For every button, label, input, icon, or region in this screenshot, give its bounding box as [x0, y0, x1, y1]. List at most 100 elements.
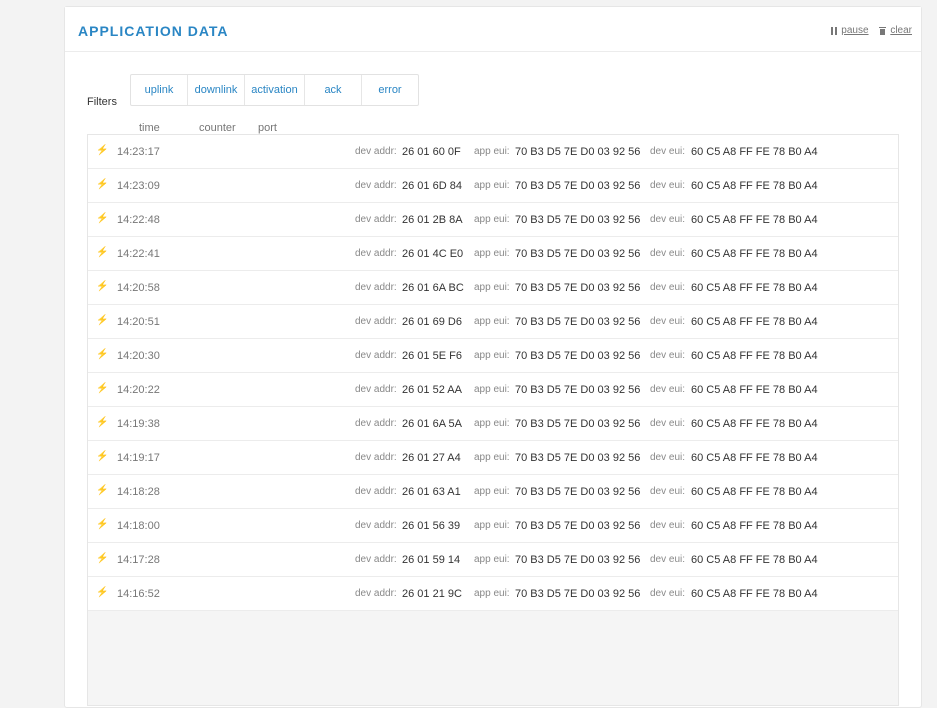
message-row[interactable]: ⚡ 14:20:51 dev addr: 26 01 69 D6 app eui: 70 …: [88, 305, 898, 339]
lightning-icon: ⚡: [96, 553, 109, 564]
column-header-port: port: [258, 122, 277, 134]
row-time: 14:20:30: [117, 350, 160, 362]
trash-icon: [879, 26, 887, 35]
dev-addr-label: dev addr:: [355, 588, 397, 599]
dev-addr-value: 26 01 59 14: [402, 554, 461, 566]
lightning-icon: ⚡: [96, 179, 109, 190]
filter-downlink-button[interactable]: downlink: [188, 75, 245, 105]
row-time: 14:22:48: [117, 214, 160, 226]
dev-addr-value: 26 01 6A BC: [402, 282, 464, 294]
app-eui-label: app eui:: [474, 146, 510, 157]
app-eui-value: 70 B3 D5 7E D0 03 92 56: [515, 554, 641, 566]
app-eui-value: 70 B3 D5 7E D0 03 92 56: [515, 350, 641, 362]
message-row[interactable]: ⚡ 14:16:52 dev addr: 26 01 21 9C app eui: 70 …: [88, 577, 898, 611]
app-eui-label: app eui:: [474, 248, 510, 259]
app-eui-label: app eui:: [474, 452, 510, 463]
row-time: 14:20:22: [117, 384, 160, 396]
dev-eui-label: dev eui:: [650, 520, 686, 531]
dev-addr-value: 26 01 4C E0: [402, 248, 464, 260]
message-row[interactable]: ⚡ 14:18:00 dev addr: 26 01 56 39 app eui: 70 …: [88, 509, 898, 543]
dev-eui-label: dev eui:: [650, 452, 686, 463]
message-row[interactable]: ⚡ 14:22:41 dev addr: 26 01 4C E0 app eui: 70 …: [88, 237, 898, 271]
dev-addr-label: dev addr:: [355, 180, 397, 191]
app-eui-value: 70 B3 D5 7E D0 03 92 56: [515, 588, 641, 600]
dev-addr-value: 26 01 56 39: [402, 520, 461, 532]
dev-eui-label: dev eui:: [650, 554, 686, 565]
message-row[interactable]: ⚡ 14:19:38 dev addr: 26 01 6A 5A app eui: 70 …: [88, 407, 898, 441]
row-time: 14:23:17: [117, 146, 160, 158]
dev-eui-value: 60 C5 A8 FF FE 78 B0 A4: [691, 180, 818, 192]
lightning-icon: ⚡: [96, 417, 109, 428]
lightning-icon: ⚡: [96, 213, 109, 224]
dev-eui-value: 60 C5 A8 FF FE 78 B0 A4: [691, 452, 818, 464]
app-eui-label: app eui:: [474, 588, 510, 599]
dev-addr-value: 26 01 21 9C: [402, 588, 462, 600]
dev-addr-label: dev addr:: [355, 282, 397, 293]
app-eui-value: 70 B3 D5 7E D0 03 92 56: [515, 282, 641, 294]
row-time: 14:22:41: [117, 248, 160, 260]
dev-eui-label: dev eui:: [650, 316, 686, 327]
dev-eui-value: 60 C5 A8 FF FE 78 B0 A4: [691, 588, 818, 600]
row-time: 14:18:00: [117, 520, 160, 532]
message-row[interactable]: ⚡ 14:20:22 dev addr: 26 01 52 AA app eui: 70 …: [88, 373, 898, 407]
panel-title: APPLICATION DATA: [78, 23, 229, 39]
app-eui-label: app eui:: [474, 520, 510, 531]
row-time: 14:18:28: [117, 486, 160, 498]
lightning-icon: ⚡: [96, 519, 109, 530]
lightning-icon: ⚡: [96, 485, 109, 496]
dev-eui-value: 60 C5 A8 FF FE 78 B0 A4: [691, 418, 818, 430]
dev-eui-label: dev eui:: [650, 418, 686, 429]
message-row[interactable]: ⚡ 14:20:58 dev addr: 26 01 6A BC app eui: 70 …: [88, 271, 898, 305]
dev-addr-label: dev addr:: [355, 452, 397, 463]
lightning-icon: ⚡: [96, 349, 109, 360]
lightning-icon: ⚡: [96, 145, 109, 156]
clear-label: clear: [890, 25, 912, 36]
app-eui-label: app eui:: [474, 282, 510, 293]
row-time: 14:23:09: [117, 180, 160, 192]
message-row[interactable]: ⚡ 14:22:48 dev addr: 26 01 2B 8A app eui: 70 …: [88, 203, 898, 237]
filters-label: Filters: [87, 96, 117, 108]
clear-button[interactable]: clear: [879, 25, 912, 36]
app-eui-label: app eui:: [474, 554, 510, 565]
dev-addr-label: dev addr:: [355, 316, 397, 327]
row-time: 14:20:58: [117, 282, 160, 294]
app-eui-value: 70 B3 D5 7E D0 03 92 56: [515, 146, 641, 158]
lightning-icon: ⚡: [96, 383, 109, 394]
filter-activation-button[interactable]: activation: [245, 75, 305, 105]
dev-addr-value: 26 01 5E F6: [402, 350, 462, 362]
app-eui-label: app eui:: [474, 384, 510, 395]
app-eui-value: 70 B3 D5 7E D0 03 92 56: [515, 180, 641, 192]
column-header-counter: counter: [199, 122, 236, 134]
lightning-icon: ⚡: [96, 247, 109, 258]
message-row[interactable]: ⚡ 14:19:17 dev addr: 26 01 27 A4 app eui: 70 …: [88, 441, 898, 475]
dev-addr-value: 26 01 60 0F: [402, 146, 461, 158]
filter-uplink-button[interactable]: uplink: [131, 75, 188, 105]
lightning-icon: ⚡: [96, 281, 109, 292]
app-eui-value: 70 B3 D5 7E D0 03 92 56: [515, 520, 641, 532]
row-time: 14:17:28: [117, 554, 160, 566]
dev-addr-label: dev addr:: [355, 350, 397, 361]
dev-addr-value: 26 01 69 D6: [402, 316, 462, 328]
message-row[interactable]: ⚡ 14:23:17 dev addr: 26 01 60 0F app eui: 70 …: [88, 135, 898, 169]
message-row[interactable]: ⚡ 14:17:28 dev addr: 26 01 59 14 app eui: 70 …: [88, 543, 898, 577]
dev-addr-label: dev addr:: [355, 214, 397, 225]
message-row[interactable]: ⚡ 14:23:09 dev addr: 26 01 6D 84 app eui: 70 …: [88, 169, 898, 203]
dev-addr-label: dev addr:: [355, 248, 397, 259]
app-eui-value: 70 B3 D5 7E D0 03 92 56: [515, 418, 641, 430]
app-eui-label: app eui:: [474, 486, 510, 497]
message-row[interactable]: ⚡ 14:20:30 dev addr: 26 01 5E F6 app eui: 70 …: [88, 339, 898, 373]
pause-button[interactable]: pause: [831, 25, 869, 36]
dev-eui-label: dev eui:: [650, 248, 686, 259]
dev-eui-value: 60 C5 A8 FF FE 78 B0 A4: [691, 214, 818, 226]
app-eui-label: app eui:: [474, 418, 510, 429]
filter-error-button[interactable]: error: [362, 75, 418, 105]
dev-addr-value: 26 01 52 AA: [402, 384, 462, 396]
dev-addr-value: 26 01 6A 5A: [402, 418, 462, 430]
dev-eui-value: 60 C5 A8 FF FE 78 B0 A4: [691, 486, 818, 498]
lightning-icon: ⚡: [96, 451, 109, 462]
app-eui-value: 70 B3 D5 7E D0 03 92 56: [515, 486, 641, 498]
message-row[interactable]: ⚡ 14:18:28 dev addr: 26 01 63 A1 app eui: 70 …: [88, 475, 898, 509]
dev-eui-label: dev eui:: [650, 588, 686, 599]
dev-addr-label: dev addr:: [355, 146, 397, 157]
filter-ack-button[interactable]: ack: [305, 75, 362, 105]
